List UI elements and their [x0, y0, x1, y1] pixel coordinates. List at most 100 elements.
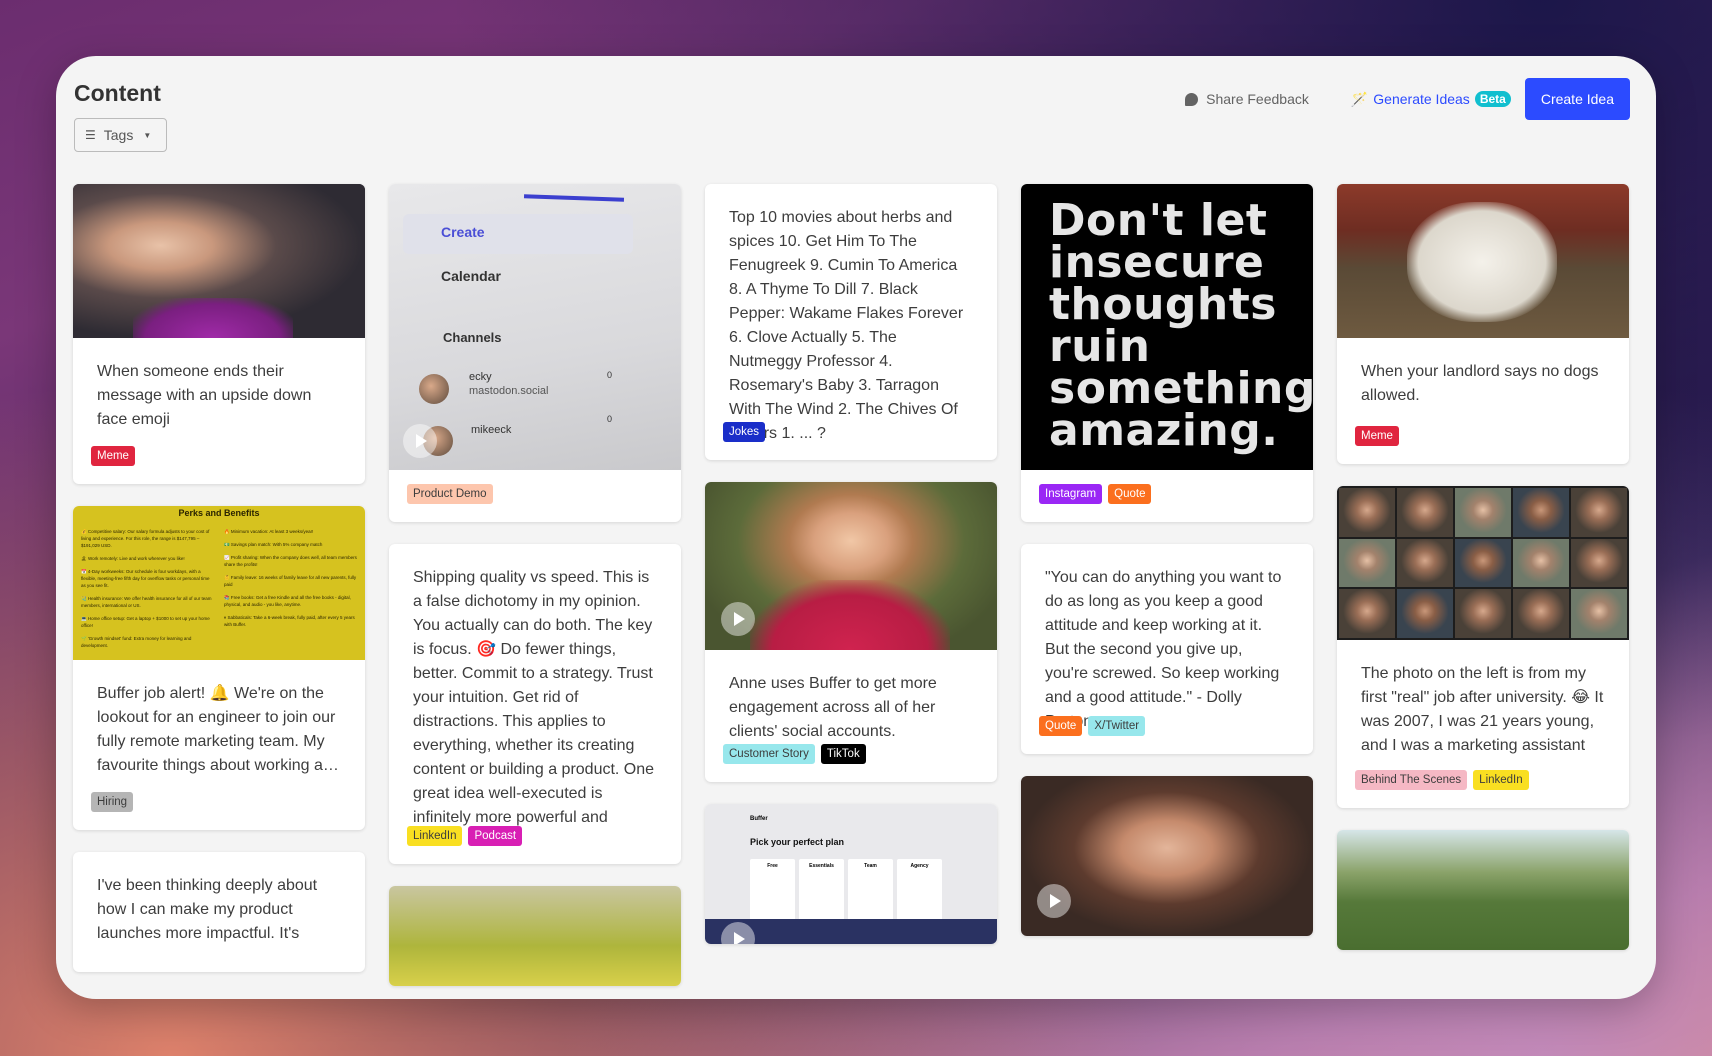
- tag-badge: Hiring: [91, 792, 134, 812]
- tag-badge: Quote: [1039, 716, 1083, 736]
- channel-name: ecky: [469, 371, 492, 383]
- card-text: Top 10 movies about herbs and spices 10.…: [729, 209, 964, 442]
- card-image: Don't let insecure thoughts ruin somethi…: [1021, 184, 1313, 470]
- perk-item: ⏸ Sabbaticals: Take a 6-week break, full…: [224, 615, 355, 627]
- channel-name: mikeeck: [471, 424, 512, 436]
- caret-down-icon: ▼: [143, 130, 152, 140]
- idea-card[interactable]: Top 10 movies about herbs and spices 10.…: [705, 184, 997, 460]
- filter-icon: ☰: [85, 128, 96, 142]
- app-window: Content Share Feedback 🪄 Generate Ideas …: [56, 56, 1656, 999]
- perk-item: 💰 Competitive salary: Our salary formula…: [81, 529, 210, 548]
- tag-badge: Behind The Scenes: [1355, 770, 1468, 790]
- card-video-thumbnail: Buffer Pick your perfect plan Free Essent…: [705, 804, 997, 944]
- generate-ideas-button[interactable]: 🪄 Generate Ideas Beta: [1351, 91, 1511, 108]
- screen-channels-label: Channels: [443, 330, 502, 345]
- page-header: Content Share Feedback 🪄 Generate Ideas …: [74, 70, 1630, 120]
- play-icon[interactable]: [403, 424, 437, 458]
- card-text: I've been thinking deeply about how I ca…: [97, 877, 318, 942]
- perk-item: 🩺 Health insurance: We offer health insu…: [81, 596, 212, 608]
- magic-wand-icon: 🪄: [1350, 90, 1369, 107]
- screen-create-item: [403, 214, 633, 254]
- perk-item: 🏝 Work remotely: Live and work wherever …: [81, 556, 185, 561]
- perks-columns: 💰 Competitive salary: Our salary formula…: [73, 518, 365, 660]
- screen-accent-line: [523, 194, 625, 202]
- perk-item: 📈 Profit sharing: When the company does …: [224, 555, 357, 567]
- card-tags: Behind The Scenes LinkedIn: [1337, 770, 1547, 808]
- play-icon[interactable]: [1037, 884, 1071, 918]
- screen-calendar-label: Calendar: [441, 268, 501, 284]
- tag-badge: LinkedIn: [1473, 770, 1529, 790]
- channel-avatar: [419, 374, 449, 404]
- idea-card[interactable]: The photo on the left is from my first "…: [1337, 486, 1629, 808]
- tags-filter-dropdown[interactable]: ☰ Tags ▼: [74, 118, 167, 152]
- tag-badge: X/Twitter: [1088, 716, 1146, 736]
- play-icon[interactable]: [721, 602, 755, 636]
- card-tags: Product Demo: [389, 484, 511, 522]
- screen-create-label: Create: [441, 224, 485, 240]
- tag-badge: Customer Story: [723, 744, 815, 764]
- card-tags: Quote X/Twitter: [1021, 716, 1163, 754]
- idea-card[interactable]: Perks and Benefits 💰 Competitive salary:…: [73, 506, 365, 830]
- perk-item: 🔥 Minimum vacation: At least 3 weeks/yea…: [224, 529, 314, 534]
- card-video-thumbnail: [1021, 776, 1313, 936]
- channel-count: 0: [607, 370, 613, 380]
- tag-badge: Product Demo: [407, 484, 493, 504]
- tag-badge: LinkedIn: [407, 826, 463, 846]
- share-feedback-label: Share Feedback: [1206, 91, 1309, 107]
- card-video-thumbnail: Create Calendar Channels ecky mastodon.s…: [389, 184, 681, 470]
- card-text: The photo on the left is from my first "…: [1361, 665, 1604, 778]
- pricing-brand: Buffer: [750, 816, 768, 822]
- pricing-title: Pick your perfect plan: [750, 837, 845, 847]
- card-text: "You can do anything you want to do as l…: [1045, 569, 1282, 730]
- perk-item: 📚 Free books: Get a free Kindle and all …: [224, 595, 351, 607]
- page-title: Content: [74, 80, 161, 106]
- card-text: Anne uses Buffer to get more engagement …: [729, 675, 937, 740]
- card-text: Buffer job alert! 🔔 We're on the lookout…: [97, 685, 339, 774]
- card-image: [73, 184, 365, 338]
- tag-badge: Instagram: [1039, 484, 1103, 504]
- perk-item: 📅 4-Day workweeks: Our schedule is four …: [81, 569, 210, 588]
- tag-badge: Quote: [1108, 484, 1152, 504]
- card-image: [1337, 184, 1629, 338]
- perk-item: 🌱 'Growth mindset' fund: Extra money for…: [81, 636, 192, 648]
- idea-card[interactable]: Create Calendar Channels ecky mastodon.s…: [389, 184, 681, 522]
- card-tags: Jokes: [705, 422, 783, 460]
- card-text: When your landlord says no dogs allowed.: [1361, 363, 1599, 404]
- card-image: [1337, 830, 1629, 950]
- header-actions: Share Feedback 🪄 Generate Ideas Beta Cre…: [1185, 78, 1630, 120]
- idea-card[interactable]: "You can do anything you want to do as l…: [1021, 544, 1313, 754]
- card-tags: Hiring: [73, 792, 151, 830]
- perk-item: 💵 Savings plan match: With 5% company ma…: [224, 542, 323, 547]
- idea-card[interactable]: When someone ends their message with an …: [73, 184, 365, 484]
- tag-badge: Jokes: [723, 422, 766, 442]
- card-tags: Meme: [73, 446, 153, 484]
- card-image: [1337, 486, 1629, 640]
- create-idea-button[interactable]: Create Idea: [1524, 78, 1630, 120]
- idea-card[interactable]: Shipping quality vs speed. This is a fal…: [389, 544, 681, 864]
- tag-badge: TikTok: [820, 744, 866, 764]
- tag-badge: Podcast: [468, 826, 523, 846]
- idea-card[interactable]: Don't let insecure thoughts ruin somethi…: [1021, 184, 1313, 522]
- card-tags: Customer Story TikTok: [705, 744, 884, 782]
- card-text: Shipping quality vs speed. This is a fal…: [413, 569, 655, 850]
- idea-card[interactable]: Anne uses Buffer to get more engagement …: [705, 482, 997, 782]
- idea-card[interactable]: [389, 886, 681, 986]
- idea-card[interactable]: When your landlord says no dogs allowed.…: [1337, 184, 1629, 464]
- generate-ideas-label: Generate Ideas: [1373, 91, 1470, 107]
- card-video-thumbnail: [705, 482, 997, 650]
- idea-card[interactable]: I've been thinking deeply about how I ca…: [73, 852, 365, 972]
- perks-left: 💰 Competitive salary: Our salary formula…: [81, 528, 214, 655]
- idea-card[interactable]: [1021, 776, 1313, 936]
- idea-card[interactable]: [1337, 830, 1629, 950]
- perks-title: Perks and Benefits: [178, 508, 260, 518]
- share-feedback-button[interactable]: Share Feedback: [1185, 91, 1309, 107]
- perk-item: 💻 Home office setup: Get a laptop + $100…: [81, 616, 210, 628]
- channel-count: 0: [607, 414, 613, 424]
- perk-item: 👶 Family leave: 16 weeks of family leave…: [224, 575, 357, 587]
- tag-badge: Meme: [1355, 426, 1399, 446]
- card-image: Perks and Benefits 💰 Competitive salary:…: [73, 506, 365, 660]
- beta-badge: Beta: [1474, 91, 1511, 107]
- card-tags: Instagram Quote: [1021, 484, 1169, 522]
- idea-card[interactable]: Buffer Pick your perfect plan Free Essent…: [705, 804, 997, 944]
- card-tags: LinkedIn Podcast: [389, 826, 540, 864]
